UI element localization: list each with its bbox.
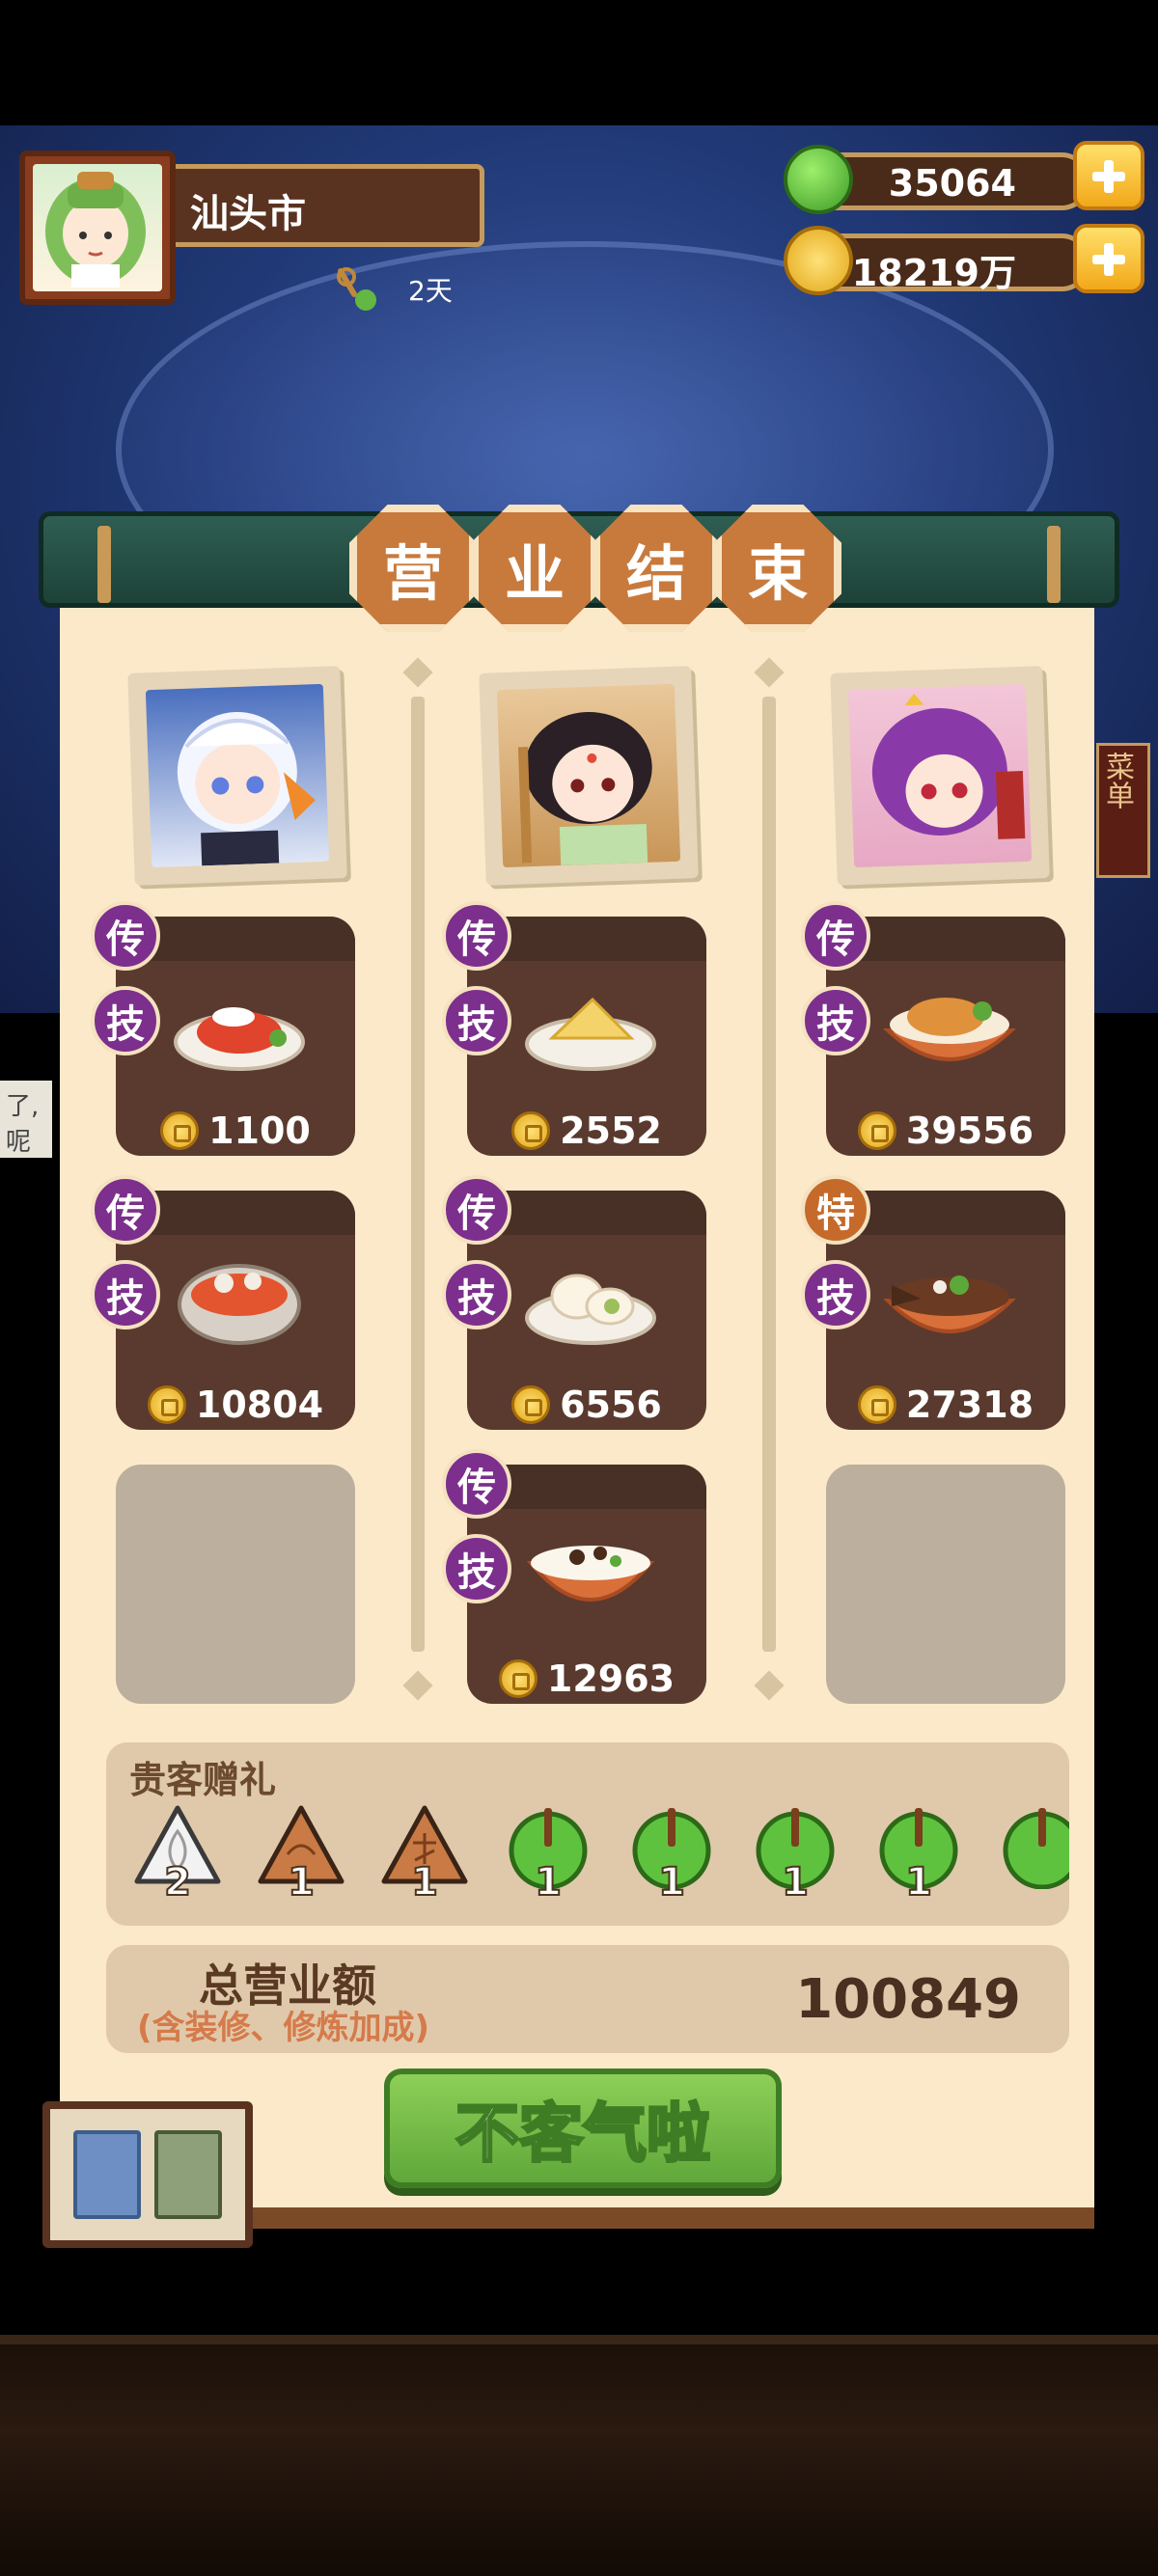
avatar-portrait — [33, 164, 162, 291]
skill-badge: 技 — [442, 1260, 511, 1329]
menu-side-label: 菜单 — [1100, 752, 1134, 809]
player-avatar[interactable] — [19, 151, 176, 305]
skill-badge: 技 — [442, 986, 511, 1055]
pancake-dish-icon — [525, 997, 656, 1071]
gift-item[interactable]: 1 — [623, 1798, 720, 1914]
days-counter: 2天 — [408, 275, 453, 307]
chef-card-1[interactable] — [127, 666, 347, 886]
chef-portrait-1 — [145, 683, 330, 868]
skill-badge: 技 — [801, 1260, 870, 1329]
coin-icon — [147, 1385, 186, 1424]
rarity-badge: 传 — [91, 901, 160, 971]
dish-earnings: 39556 — [905, 1110, 1034, 1152]
camera-icon[interactable] — [154, 2130, 222, 2219]
rarity-badge: 特 — [801, 1175, 870, 1245]
coin-icon — [511, 1111, 551, 1150]
rarity-badge: 传 — [442, 1175, 511, 1245]
gift-section-title: 贵客赠礼 — [129, 1759, 277, 1801]
coin-icon — [498, 1659, 538, 1698]
column-divider — [411, 697, 425, 1652]
banner-pin-right — [1047, 526, 1061, 603]
jade-gem-icon — [1003, 1808, 1069, 1889]
city-name: 汕头市 — [190, 192, 306, 236]
rarity-badge: 传 — [442, 1449, 511, 1519]
guest-gifts-section: 贵客赠礼 2 1 1 1 1 1 1 — [106, 1742, 1069, 1926]
side-dialog-line-2: 呢 — [6, 1128, 32, 1157]
rarity-badge: 传 — [442, 901, 511, 971]
city-bar: 汕头市 — [164, 164, 484, 247]
gift-count: 1 — [657, 1859, 686, 1905]
skill-badge: 技 — [442, 1534, 511, 1603]
dish-earnings: 12963 — [546, 1658, 676, 1700]
coin-icon — [857, 1385, 896, 1424]
tomato-dish-icon — [174, 1007, 305, 1071]
gift-item[interactable] — [994, 1798, 1069, 1914]
fish-dish-icon — [883, 1275, 1016, 1333]
empty-dish-slot — [826, 1465, 1065, 1704]
share-toolbar — [42, 2101, 253, 2248]
add-jade-button[interactable] — [1073, 141, 1144, 210]
coin-icon — [511, 1385, 551, 1424]
empty-dish-slot — [116, 1465, 355, 1704]
total-revenue-note: (含装修、修炼加成) — [137, 2009, 430, 2047]
calendar-key-icon — [333, 265, 381, 314]
gift-item[interactable]: 1 — [747, 1798, 843, 1914]
gift-count: 1 — [534, 1859, 563, 1905]
dish-earnings: 6556 — [560, 1384, 662, 1426]
side-dialog-tab[interactable]: 了, 呢 — [0, 1081, 52, 1158]
fried-dish-icon — [882, 998, 1017, 1061]
gift-item[interactable]: 1 — [870, 1798, 967, 1914]
dish-earnings: 1100 — [208, 1110, 311, 1152]
chef-portrait-2 — [496, 683, 681, 868]
column-divider — [762, 697, 776, 1652]
dish-earnings: 10804 — [195, 1384, 324, 1426]
screenshot-icon[interactable] — [73, 2130, 141, 2219]
side-dialog-line-1: 了, — [6, 1092, 40, 1121]
rarity-badge: 传 — [91, 1175, 160, 1245]
coin-icon — [160, 1111, 200, 1150]
skill-badge: 技 — [91, 986, 160, 1055]
coin-icon — [857, 1111, 896, 1150]
confirm-button-label: 不客气啦 — [455, 2096, 712, 2173]
banner-pin-left — [97, 526, 111, 603]
gift-item[interactable]: 1 — [376, 1798, 473, 1914]
add-coin-button[interactable] — [1073, 224, 1144, 293]
chef-portrait-3 — [847, 683, 1033, 868]
gift-item[interactable]: 1 — [253, 1798, 349, 1914]
rarity-badge: 传 — [801, 901, 870, 971]
skill-badge: 技 — [801, 986, 870, 1055]
gift-count: 2 — [163, 1859, 192, 1905]
total-revenue-box: 总营业额 (含装修、修炼加成) 100849 — [106, 1945, 1069, 2053]
background-floor — [0, 2335, 1158, 2576]
gift-count: 1 — [410, 1859, 439, 1905]
rice-bowl-icon — [526, 1546, 655, 1602]
confirm-button[interactable]: 不客气啦 — [384, 2069, 782, 2188]
jade-amount: 35064 — [888, 162, 1016, 205]
chef-card-2[interactable] — [479, 666, 699, 886]
dish-earnings: 27318 — [905, 1384, 1034, 1426]
coin-amount: 18219万 — [851, 252, 1016, 294]
coin-icon — [784, 226, 853, 295]
chef-card-3[interactable] — [830, 666, 1050, 886]
dish-earnings: 2552 — [560, 1110, 662, 1152]
gift-item[interactable]: 2 — [129, 1798, 226, 1914]
stew-pot-icon — [178, 1264, 301, 1345]
menu-side-button[interactable]: 菜单 — [1096, 743, 1150, 878]
gift-count: 1 — [904, 1859, 933, 1905]
gift-count: 1 — [287, 1859, 316, 1905]
jade-icon — [784, 145, 853, 214]
total-revenue-value: 100849 — [795, 1968, 1021, 2031]
pastry-dish-icon — [525, 1274, 656, 1345]
gift-item[interactable]: 1 — [500, 1798, 596, 1914]
gift-count: 1 — [781, 1859, 810, 1905]
skill-badge: 技 — [91, 1260, 160, 1329]
